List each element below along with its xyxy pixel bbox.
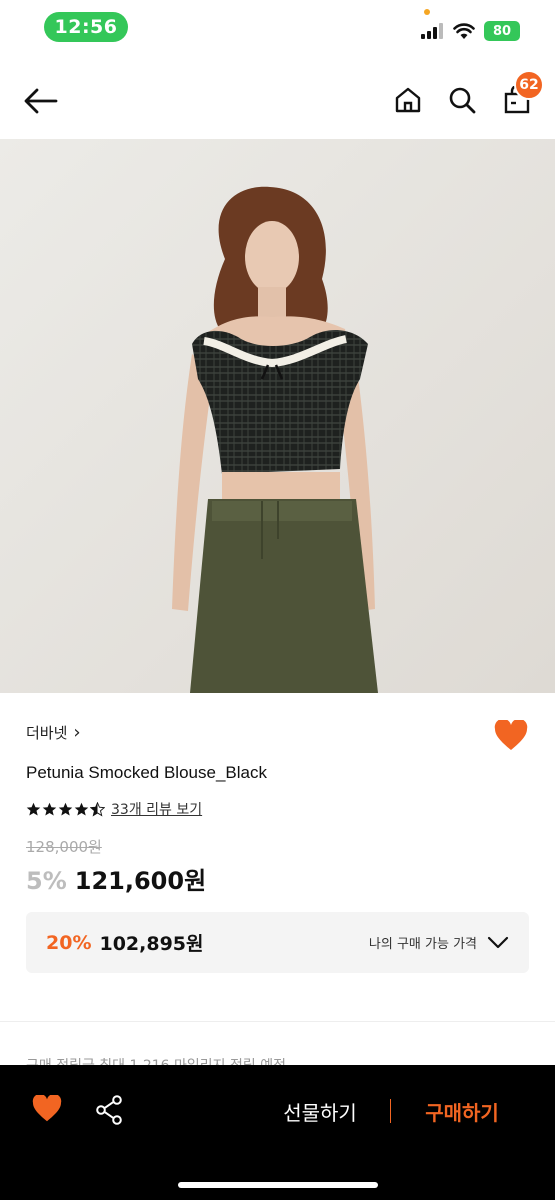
wifi-icon [453, 23, 475, 39]
bottom-action-bar: 선물하기 구매하기 [0, 1065, 555, 1200]
status-bar: 12:56 80 [0, 0, 555, 54]
search-icon[interactable] [444, 82, 480, 118]
back-arrow-icon[interactable] [22, 82, 60, 120]
status-time: 12:56 [44, 12, 128, 42]
product-image[interactable] [0, 139, 555, 693]
star-rating [26, 801, 105, 817]
sale-price: 121,600원 [74, 867, 207, 895]
chevron-right-icon: › [73, 722, 81, 743]
gift-button[interactable]: 선물하기 [270, 1095, 370, 1127]
my-price: 102,895원 [99, 933, 204, 955]
chevron-down-icon [487, 936, 509, 948]
my-price-label: 나의 구매 가능 가격 [368, 937, 477, 952]
price-row: 5% 121,600원 [26, 861, 206, 896]
star-icon [26, 802, 41, 815]
battery-indicator: 80 [484, 21, 520, 41]
cellular-signal-icon [421, 23, 443, 39]
button-divider [390, 1099, 391, 1123]
star-icon [58, 802, 73, 815]
share-icon[interactable] [95, 1095, 123, 1125]
star-half-icon [90, 801, 105, 816]
star-icon [74, 802, 89, 815]
battery-level: 80 [492, 23, 512, 39]
my-discount-rate: 20% [46, 931, 92, 954]
star-icon [42, 802, 57, 815]
product-photo [0, 139, 555, 693]
heart-icon[interactable] [494, 720, 528, 752]
cart-count-badge: 62 [514, 70, 544, 100]
home-icon[interactable] [390, 82, 426, 118]
top-navigation: 62 [0, 54, 555, 140]
brand-name: 더바넷 [26, 724, 68, 742]
home-indicator[interactable] [178, 1182, 378, 1188]
section-divider [0, 1021, 555, 1022]
buy-button[interactable]: 구매하기 [412, 1095, 512, 1127]
original-price: 128,000원 [26, 838, 102, 856]
privacy-indicator-dot [424, 9, 430, 15]
product-title: Petunia Smocked Blouse_Black [26, 763, 267, 782]
brand-link[interactable]: 더바넷 › [26, 722, 81, 743]
my-price-dropdown[interactable]: 20% 102,895원 나의 구매 가능 가격 [26, 912, 529, 973]
rating-row: 33개 리뷰 보기 [26, 799, 202, 819]
review-link[interactable]: 33개 리뷰 보기 [111, 799, 202, 819]
discount-rate: 5% [26, 867, 67, 895]
heart-icon[interactable] [32, 1095, 62, 1123]
